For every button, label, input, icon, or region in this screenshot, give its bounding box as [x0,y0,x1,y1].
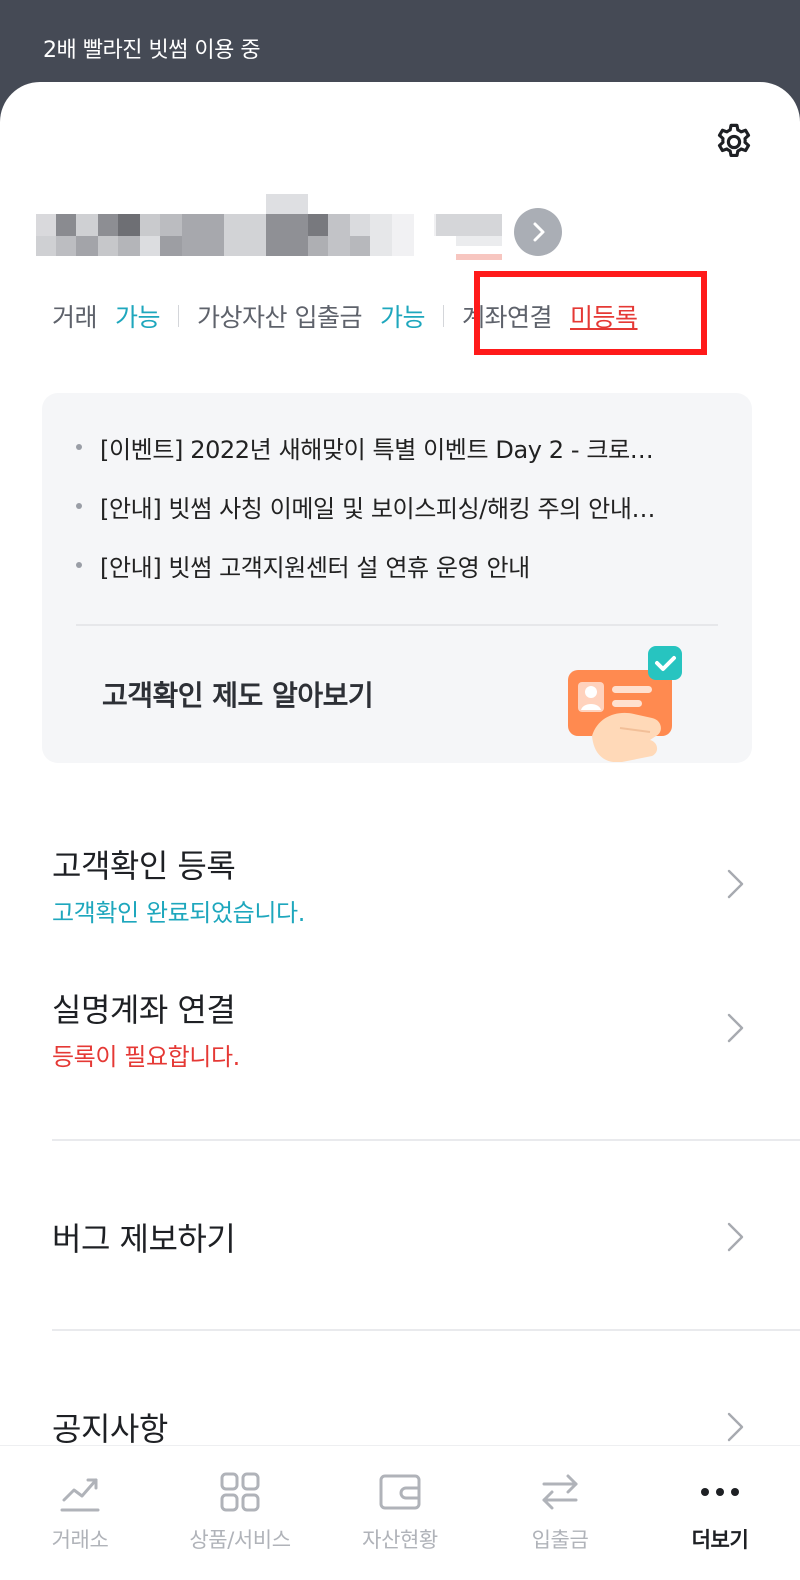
status-bar-text: 2배 빨라진 빗썸 이용 중 [43,38,261,63]
tab-assets[interactable]: 자산현황 [320,1446,480,1580]
notice-card: [이벤트] 2022년 새해맞이 특별 이벤트 Day 2 - 크로… [안내]… [42,393,752,763]
tab-label: 거래소 [51,1528,109,1552]
chevron-right-icon [727,869,744,899]
bug-report-title: 버그 제보하기 [52,1220,236,1258]
gear-icon [717,123,751,158]
notice-item[interactable]: [안내] 빗썸 사칭 이메일 및 보이스피싱/해킹 주의 안내… [76,486,716,526]
notice-item[interactable]: [안내] 빗썸 고객지원센터 설 연휴 운영 안내 [76,545,716,585]
tab-more[interactable]: 더보기 [640,1446,800,1580]
bug-report-item[interactable]: 버그 제보하기 [0,1182,800,1292]
grid-icon [216,1468,264,1516]
settings-button[interactable] [712,120,756,164]
notice-menu-title: 공지사항 [52,1410,168,1448]
masked-user-name [36,194,502,260]
menu-divider [52,1329,800,1331]
tab-label: 입출금 [531,1528,589,1552]
profile-detail-button[interactable] [514,208,562,256]
kyc-guide-title: 고객확인 제도 알아보기 [102,679,374,712]
bank-link-title: 실명계좌 연결 [52,991,236,1029]
trade-status-label: 거래 [52,303,98,332]
bank-link-item[interactable]: 실명계좌 연결 등록이 필요합니다. [0,971,800,1089]
status-divider [443,305,444,327]
bottom-tab-bar: 거래소 상품/서비스 자산현황 입출금 더보기 [0,1445,800,1580]
crypto-transfer-value: 가능 [379,303,426,332]
trend-chart-icon [56,1468,104,1516]
id-card-hand-icon [568,646,682,762]
chevron-right-icon [727,1222,744,1252]
menu-divider [52,1139,800,1141]
tab-products-services[interactable]: 상품/서비스 [160,1446,320,1580]
bullet-icon [76,444,82,450]
bullet-icon [76,562,82,568]
tab-label: 자산현황 [362,1528,438,1552]
notice-text: [안내] 빗썸 사칭 이메일 및 보이스피싱/해킹 주의 안내… [100,494,656,523]
tab-label: 더보기 [691,1528,749,1552]
more-page: 거래 가능 가상자산 입출금 가능 계좌연결 미등록 [이벤트] 2022년 새… [0,82,800,1580]
chevron-right-icon [727,1412,744,1442]
transfer-arrows-icon [536,1468,584,1516]
kyc-register-status: 고객확인 완료되었습니다. [52,899,305,927]
kyc-register-title: 고객확인 등록 [52,847,236,885]
notice-text: [안내] 빗썸 고객지원센터 설 연휴 운영 안내 [100,553,530,582]
annotation-highlight-box [474,271,707,355]
kyc-guide-banner[interactable]: 고객확인 제도 알아보기 [42,626,752,763]
tab-label: 상품/서비스 [189,1528,291,1552]
bank-link-status: 등록이 필요합니다. [52,1043,240,1071]
wallet-icon [376,1468,424,1516]
chevron-right-icon [533,222,545,242]
bullet-icon [76,503,82,509]
kyc-register-item[interactable]: 고객확인 등록 고객확인 완료되었습니다. [0,827,800,945]
notice-item[interactable]: [이벤트] 2022년 새해맞이 특별 이벤트 Day 2 - 크로… [76,427,716,467]
crypto-transfer-label: 가상자산 입출금 [197,303,362,332]
status-divider [178,305,180,327]
more-dots-icon [696,1468,744,1516]
tab-deposit-withdraw[interactable]: 입출금 [480,1446,640,1580]
chevron-right-icon [727,1013,744,1043]
tab-exchange[interactable]: 거래소 [0,1446,160,1580]
notice-text: [이벤트] 2022년 새해맞이 특별 이벤트 Day 2 - 크로… [100,435,654,464]
trade-status-value: 가능 [115,303,161,332]
